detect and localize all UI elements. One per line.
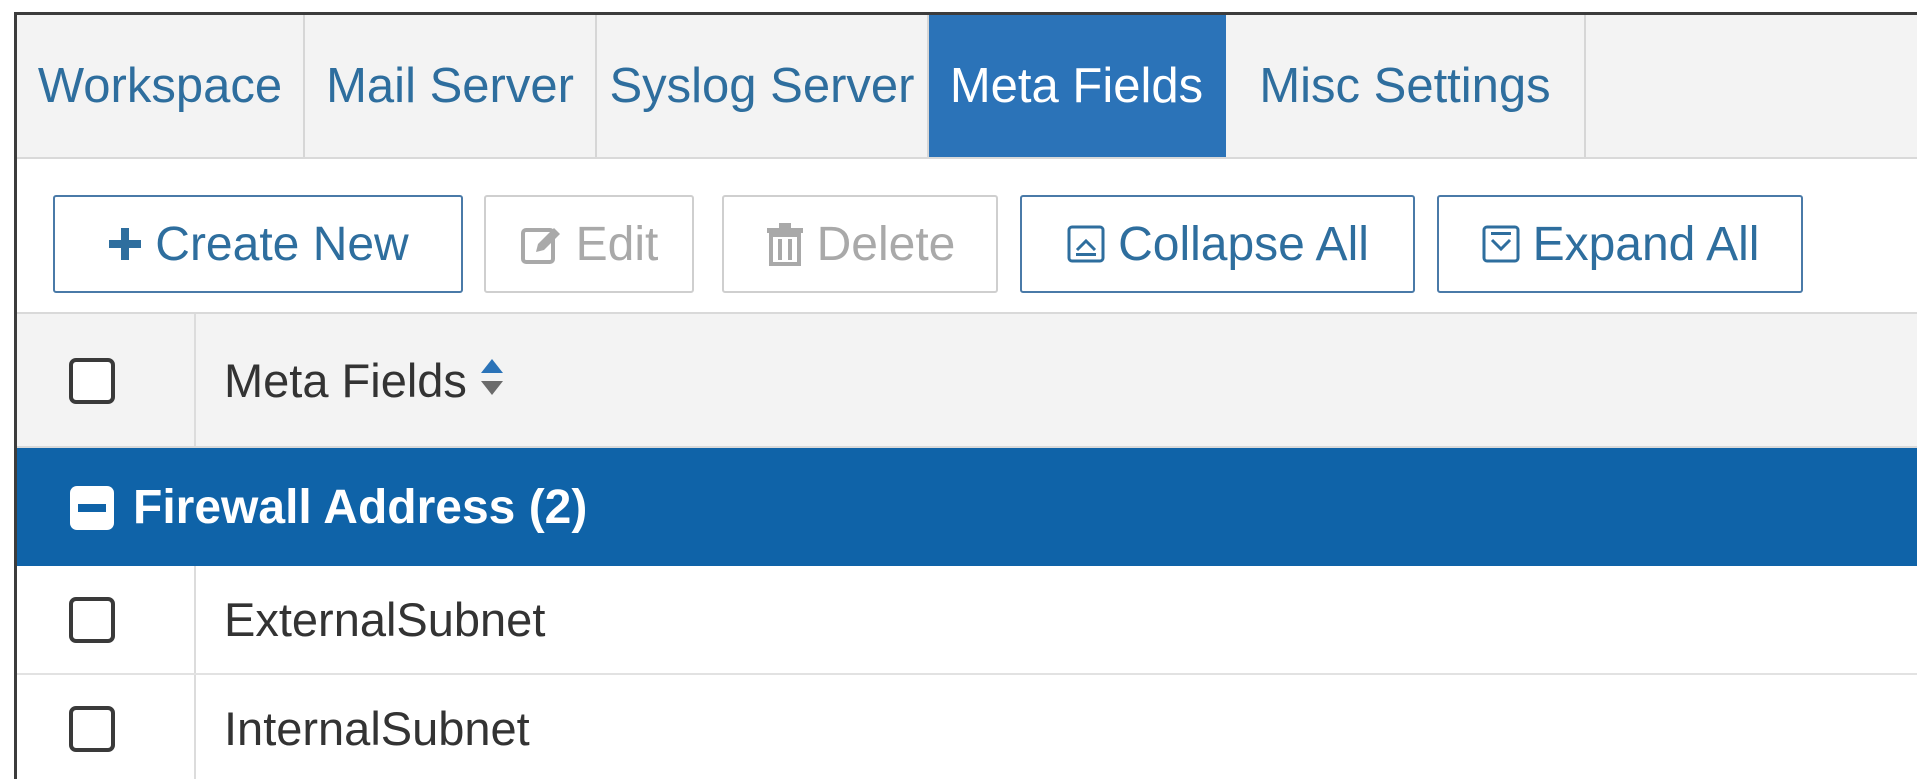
collapse-all-label: Collapse All bbox=[1118, 217, 1369, 271]
group-row-firewall-address[interactable]: Firewall Address (2) bbox=[17, 448, 1917, 566]
column-header-meta-fields[interactable]: Meta Fields bbox=[224, 314, 505, 446]
tab-workspace[interactable]: Workspace bbox=[17, 15, 305, 157]
expand-icon bbox=[1481, 224, 1521, 264]
edit-icon bbox=[520, 222, 564, 266]
minus-square-icon[interactable] bbox=[70, 486, 114, 530]
tab-bar: Workspace Mail Server Syslog Server Meta… bbox=[17, 15, 1917, 159]
column-divider bbox=[194, 314, 196, 446]
column-divider bbox=[194, 675, 196, 779]
tab-label: Meta Fields bbox=[949, 59, 1204, 113]
select-all-checkbox[interactable] bbox=[69, 358, 115, 404]
tab-meta-fields[interactable]: Meta Fields bbox=[929, 15, 1226, 157]
table-row[interactable]: ExternalSubnet bbox=[17, 566, 1917, 675]
trash-icon bbox=[765, 222, 805, 266]
table-row[interactable]: InternalSubnet bbox=[17, 675, 1917, 779]
expand-all-button[interactable]: Expand All bbox=[1437, 195, 1803, 293]
row-checkbox[interactable] bbox=[69, 597, 115, 643]
collapse-all-button[interactable]: Collapse All bbox=[1020, 195, 1415, 293]
column-divider bbox=[194, 566, 196, 673]
collapse-icon bbox=[1066, 224, 1106, 264]
toolbar: Create New Edit Delete Collapse All Expa… bbox=[17, 159, 1917, 314]
tab-label: Mail Server bbox=[326, 59, 574, 113]
delete-button[interactable]: Delete bbox=[722, 195, 998, 293]
settings-panel: Workspace Mail Server Syslog Server Meta… bbox=[14, 12, 1917, 779]
column-header-label: Meta Fields bbox=[224, 353, 467, 407]
table-header: Meta Fields bbox=[17, 314, 1917, 448]
create-new-label: Create New bbox=[155, 217, 409, 271]
sort-icon[interactable] bbox=[479, 353, 505, 408]
tab-misc-settings[interactable]: Misc Settings bbox=[1226, 15, 1586, 157]
create-new-button[interactable]: Create New bbox=[53, 195, 463, 293]
edit-button[interactable]: Edit bbox=[484, 195, 694, 293]
tab-label: Syslog Server bbox=[609, 59, 915, 113]
plus-icon bbox=[107, 226, 143, 262]
tab-label: Workspace bbox=[37, 59, 283, 113]
delete-label: Delete bbox=[816, 217, 956, 271]
tab-mail-server[interactable]: Mail Server bbox=[305, 15, 597, 157]
row-checkbox[interactable] bbox=[69, 706, 115, 752]
row-label: ExternalSubnet bbox=[224, 593, 546, 646]
edit-label: Edit bbox=[575, 217, 659, 271]
expand-all-label: Expand All bbox=[1532, 217, 1760, 271]
tab-syslog-server[interactable]: Syslog Server bbox=[597, 15, 929, 157]
tab-label: Misc Settings bbox=[1259, 59, 1551, 113]
group-label: Firewall Address (2) bbox=[133, 480, 588, 534]
row-label: InternalSubnet bbox=[224, 702, 530, 755]
